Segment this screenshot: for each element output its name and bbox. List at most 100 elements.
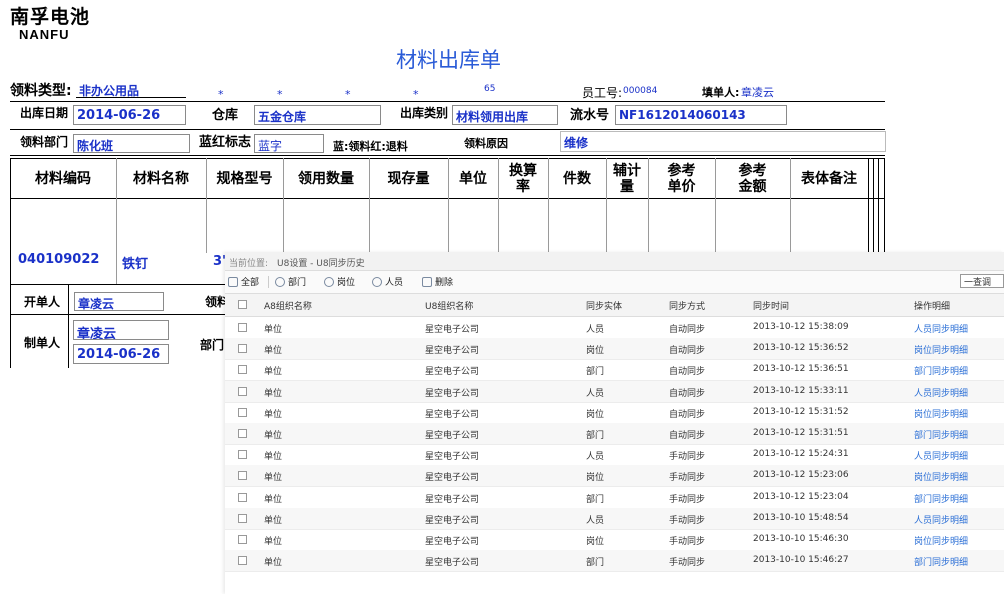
detail-link[interactable]: 部门同步明细 (914, 492, 968, 505)
detail-link[interactable]: 部门同步明细 (914, 364, 968, 377)
redblue-note: 蓝:领料红:退料 (333, 140, 408, 153)
cell-entity: 岗位 (586, 537, 605, 547)
logo: 南孚电池 NANFU (10, 2, 90, 42)
cell-entity: 人员 (586, 388, 605, 399)
row-checkbox[interactable] (238, 365, 247, 375)
cell-entity: 部门 (586, 558, 605, 569)
toolbar-person-button[interactable]: 人员 (372, 275, 403, 288)
cell-time: 2013-10-10 15:48:54 (753, 512, 849, 523)
detail-link[interactable]: 部门同步明细 (914, 428, 968, 441)
cell-u8: 星空电子公司 (425, 367, 480, 378)
cell-name[interactable]: 铁钉 (122, 253, 148, 272)
opener-field[interactable]: 章凌云 (74, 292, 164, 311)
detail-link[interactable]: 人员同步明细 (914, 386, 968, 399)
reason-field[interactable]: 维修 (560, 131, 886, 152)
redblue-field[interactable]: 蓝字 (254, 134, 324, 153)
table-row[interactable]: 单位 星空电子公司 岗位 自动同步 2013-10-12 15:36:52 岗位同步明细 (225, 338, 1004, 361)
table-right-1 (868, 158, 869, 253)
cell-u8: 星空电子公司 (425, 473, 480, 484)
cell-a8: 单位 (264, 537, 283, 547)
col-header-pieces: 件数 (563, 171, 591, 187)
row-checkbox[interactable] (238, 386, 247, 396)
redblue-label: 蓝红标志 (199, 135, 252, 150)
row-checkbox[interactable] (238, 429, 247, 438)
table-row[interactable]: 单位 星空电子公司 部门 自动同步 2013-10-12 15:36:51 部门同步明细 (225, 359, 1004, 382)
col-mode: 同步方式 (669, 302, 706, 312)
cell-a8: 单位 (264, 558, 283, 569)
row-checkbox[interactable] (238, 344, 247, 354)
cell-mode: 自动同步 (669, 346, 706, 357)
mark-3: * (345, 88, 351, 101)
detail-link[interactable]: 人员同步明细 (914, 322, 968, 335)
row-checkbox[interactable] (238, 513, 247, 523)
cell-time: 2013-10-12 15:36:51 (753, 364, 849, 375)
detail-link[interactable]: 岗位同步明细 (914, 343, 968, 356)
col-header-stock: 现存量 (387, 171, 430, 187)
category-field[interactable]: 材料领用出库 (452, 105, 558, 125)
detail-link[interactable]: 人员同步明细 (914, 513, 968, 526)
table-row[interactable]: 单位 星空电子公司 岗位 手动同步 2013-10-10 15:46:30 岗位同步明细 (225, 529, 1004, 551)
cell-entity: 岗位 (586, 409, 605, 420)
col-entity: 同步实体 (586, 302, 623, 312)
row-checkbox[interactable] (238, 450, 247, 460)
mark-2: * (277, 88, 283, 101)
table-row[interactable]: 单位 星空电子公司 部门 自动同步 2013-10-12 15:31:51 部门同步明细 (225, 423, 1004, 445)
mark-4: * (413, 88, 419, 101)
logo-en-text: NANFU (19, 27, 70, 42)
toolbar-delete-button[interactable]: 删除 (422, 275, 453, 288)
table-row[interactable]: 单位 星空电子公司 岗位 手动同步 2013-10-12 15:23:06 岗位同步明细 (225, 465, 1004, 488)
detail-link[interactable]: 岗位同步明细 (914, 470, 968, 483)
cell-code[interactable]: 040109022 (18, 252, 99, 267)
date-field[interactable]: 2014-06-26 (73, 105, 186, 125)
toolbar-sep-1 (268, 276, 269, 288)
row-checkbox[interactable] (238, 407, 247, 417)
post-icon (324, 277, 334, 287)
query-button[interactable]: 一查调 (960, 274, 1004, 288)
serial-field[interactable]: NF1612014060143 (615, 105, 787, 125)
table-row[interactable]: 单位 星空电子公司 人员 手动同步 2013-10-10 15:48:54 人员同步明细 (225, 507, 1004, 530)
table-right-2 (873, 158, 874, 253)
detail-link[interactable]: 岗位同步明细 (914, 534, 968, 547)
col-header-price: 参考 单价 (667, 163, 696, 195)
detail-link[interactable]: 人员同步明细 (914, 449, 968, 462)
table-row[interactable]: 单位 星空电子公司 人员 自动同步 2013-10-12 15:33:11 人员同步明细 (225, 380, 1004, 403)
breadcrumb-path[interactable]: U8设置 - U8同步历史 (277, 256, 365, 269)
maker-date-field[interactable]: 2014-06-26 (73, 344, 169, 364)
toolbar-post-button[interactable]: 岗位 (324, 275, 355, 288)
detail-link[interactable]: 岗位同步明细 (914, 407, 968, 420)
col-time: 同步时间 (753, 302, 790, 312)
cell-u8: 星空电子公司 (425, 537, 480, 547)
cell-mode: 手动同步 (669, 515, 706, 526)
reason-label: 领料原因 (464, 137, 508, 150)
table-row[interactable]: 单位 星空电子公司 部门 手动同步 2013-10-12 15:23:04 部门同步明细 (225, 487, 1004, 509)
maker-field[interactable]: 章凌云 (73, 320, 169, 340)
cell-a8: 单位 (264, 431, 283, 441)
warehouse-field[interactable]: 五金仓库 (254, 105, 381, 125)
cell-u8: 星空电子公司 (425, 325, 480, 335)
grid-header: A8组织名称 U8组织名称 同步实体 同步方式 同步时间 操作明细 (225, 294, 1004, 317)
cell-u8: 星空电子公司 (425, 431, 480, 441)
cell-time: 2013-10-12 15:33:11 (753, 385, 849, 396)
col-header-unit: 单位 (459, 171, 487, 187)
col-header-remark: 表体备注 (801, 171, 857, 187)
col-header-rate: 换算 率 (509, 163, 537, 195)
toolbar-all-button[interactable]: 全部 (228, 275, 259, 288)
row-checkbox[interactable] (238, 556, 247, 566)
row-checkbox[interactable] (238, 471, 247, 481)
table-row[interactable]: 单位 星空电子公司 岗位 自动同步 2013-10-12 15:31:52 岗位同步明细 (225, 402, 1004, 424)
detail-link[interactable]: 部门同步明细 (914, 555, 968, 568)
row-checkbox[interactable] (238, 535, 247, 544)
table-row[interactable]: 单位 星空电子公司 人员 手动同步 2013-10-12 15:24:31 人员同步明细 (225, 444, 1004, 467)
cell-mode: 自动同步 (669, 325, 706, 335)
table-row[interactable]: 单位 星空电子公司 部门 手动同步 2013-10-10 15:46:27 部门同步明细 (225, 550, 1004, 573)
row-checkbox[interactable] (238, 323, 247, 332)
cell-mode: 手动同步 (669, 452, 706, 463)
table-row[interactable]: 单位 星空电子公司 人员 自动同步 2013-10-12 15:38:09 人员同步明细 (225, 317, 1004, 339)
select-all-checkbox[interactable] (238, 300, 247, 309)
dept-field[interactable]: 陈化班 (73, 134, 190, 153)
toolbar-dept-button[interactable]: 部门 (275, 275, 306, 288)
page-title: 材料出库单 (396, 48, 501, 72)
cell-entity: 岗位 (586, 346, 605, 357)
cell-mode: 自动同步 (669, 431, 706, 441)
row-checkbox[interactable] (238, 492, 247, 502)
